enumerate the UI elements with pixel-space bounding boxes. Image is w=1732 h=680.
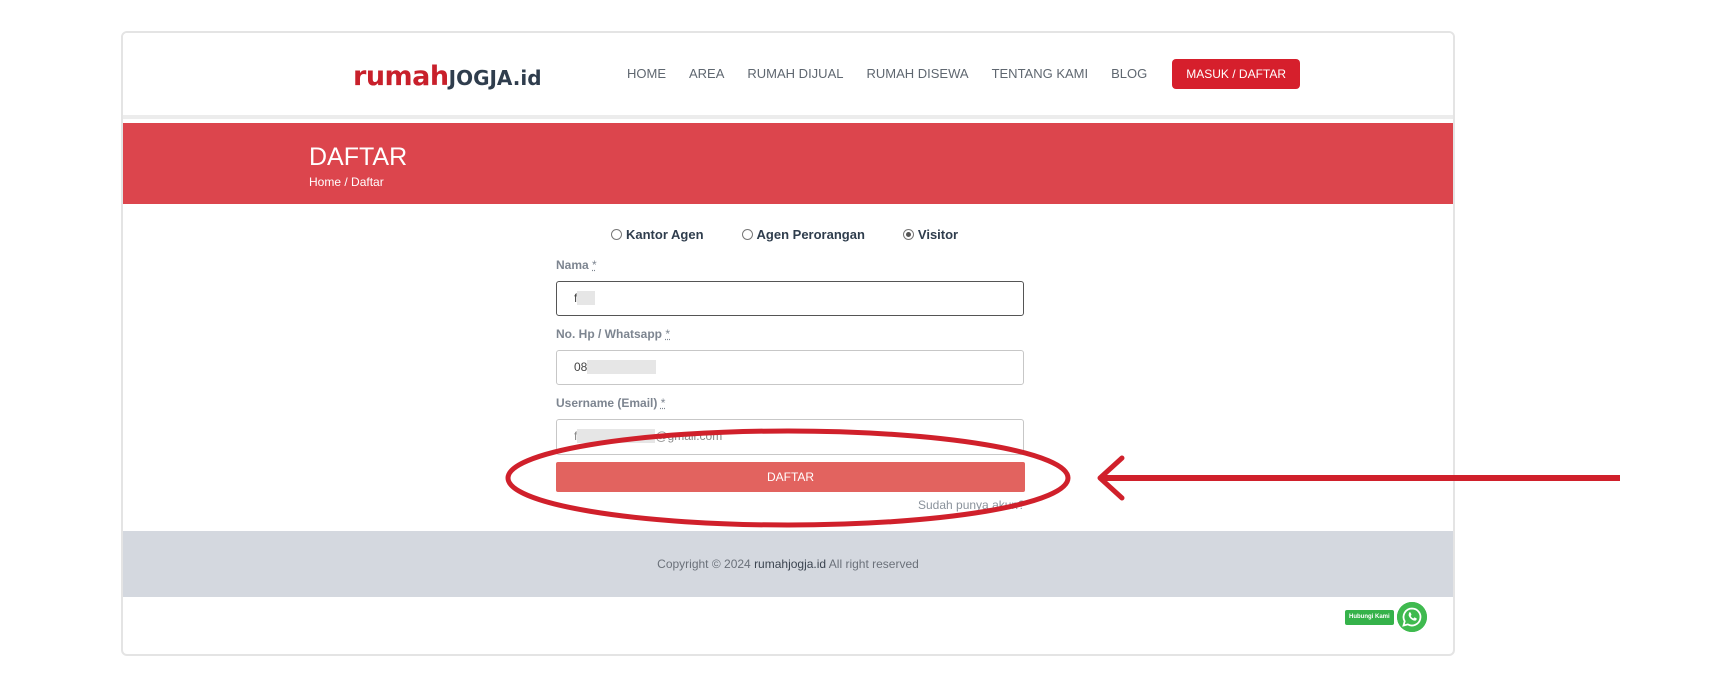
name-label: Nama * [556, 258, 597, 272]
radio-checked-icon [902, 229, 914, 240]
radio-unchecked-icon [611, 229, 622, 240]
email-field[interactable]: f @gmail.com [556, 419, 1024, 455]
already-have-account-link[interactable]: Sudah punya akun? [918, 498, 1025, 512]
nav-rumah-disewa[interactable]: RUMAH DISEWA [866, 64, 968, 84]
radio-visitor[interactable]: Visitor [902, 227, 958, 242]
breadcrumb: Home / Daftar [309, 175, 384, 189]
whatsapp-label: Hubungi Kami [1345, 609, 1394, 625]
account-type-group: Kantor Agen Agen Perorangan Visitor [611, 227, 996, 242]
breadcrumb-separator: / [341, 175, 352, 189]
page-title: DAFTAR [309, 143, 408, 171]
browser-page: rumahJOGJA.id HOME AREA RUMAH DIJUAL RUM… [121, 31, 1455, 656]
site-logo[interactable]: rumahJOGJA.id [353, 61, 542, 92]
nav-tentang-kami[interactable]: TENTANG KAMI [992, 64, 1089, 84]
email-label: Username (Email) * [556, 396, 666, 410]
redacted-text [577, 428, 656, 443]
register-submit-button[interactable]: DAFTAR [556, 462, 1025, 492]
radio-kantor-agen[interactable]: Kantor Agen [611, 227, 704, 242]
nav-home[interactable]: HOME [627, 64, 666, 84]
footer-brand-link[interactable]: rumahjogja.id [754, 557, 826, 571]
whatsapp-icon [1396, 602, 1427, 632]
name-field[interactable]: f [556, 281, 1024, 316]
nav-area[interactable]: AREA [689, 64, 724, 84]
copyright-text: Copyright © 2024 rumahjogja.id All right… [657, 557, 919, 571]
site-footer: Copyright © 2024 rumahjogja.id All right… [123, 531, 1453, 597]
login-register-button[interactable]: MASUK / DAFTAR [1172, 59, 1301, 89]
site-header: rumahJOGJA.id HOME AREA RUMAH DIJUAL RUM… [123, 33, 1453, 119]
radio-agen-perorangan[interactable]: Agen Perorangan [741, 227, 865, 242]
nav-rumah-dijual[interactable]: RUMAH DIJUAL [747, 64, 843, 84]
redacted-text [577, 290, 596, 305]
phone-field[interactable]: 08 [556, 350, 1024, 385]
breadcrumb-home[interactable]: Home [309, 175, 341, 189]
phone-label: No. Hp / Whatsapp * [556, 327, 671, 341]
main-nav: HOME AREA RUMAH DIJUAL RUMAH DISEWA TENT… [627, 59, 1301, 89]
page-banner: DAFTAR Home / Daftar [123, 123, 1453, 204]
radio-unchecked-icon [741, 229, 753, 240]
nav-blog[interactable]: BLOG [1111, 64, 1147, 84]
whatsapp-contact-widget[interactable]: Hubungi Kami [1345, 602, 1427, 632]
redacted-text [587, 359, 657, 374]
breadcrumb-current: Daftar [351, 175, 384, 189]
